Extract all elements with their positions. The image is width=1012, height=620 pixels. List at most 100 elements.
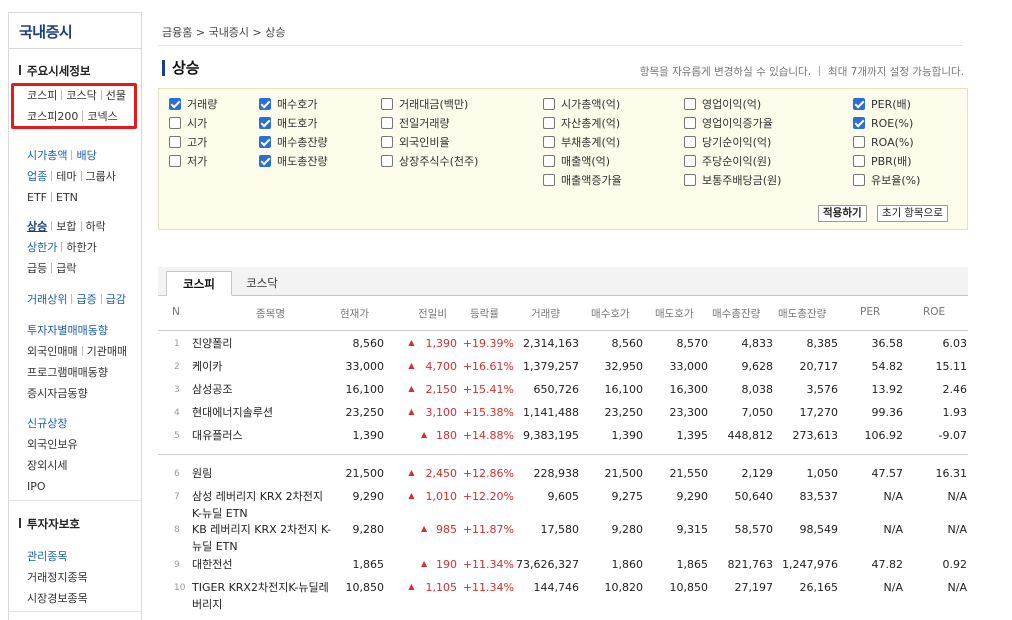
sidebar-link[interactable]: 그룹사 <box>86 170 116 183</box>
checkbox-checked-icon[interactable] <box>853 117 865 129</box>
sidebar-link[interactable]: 외국인보유 <box>27 438 78 451</box>
option-checkbox[interactable]: 거래량 <box>169 97 217 113</box>
checkbox-empty-icon[interactable] <box>169 136 181 148</box>
column-header[interactable]: N <box>172 306 180 318</box>
option-checkbox[interactable]: 매도총잔량 <box>259 154 328 170</box>
option-checkbox[interactable]: 시가 <box>169 116 207 132</box>
sidebar-link[interactable]: 거래정지종목 <box>27 571 88 584</box>
sidebar-link[interactable]: 테마 <box>56 170 76 183</box>
sidebar-link[interactable]: 관리종목 <box>27 550 67 563</box>
stock-name-link[interactable]: KB 레버리지 KRX 2차전지 K-뉴딜 ETN <box>192 521 332 555</box>
option-checkbox[interactable]: ROA(%) <box>853 135 914 151</box>
reset-button[interactable]: 초기 항목으로 <box>877 205 948 222</box>
option-checkbox[interactable]: 당기순이익(억) <box>684 135 771 151</box>
option-checkbox[interactable]: 매도호가 <box>259 116 317 132</box>
checkbox-empty-icon[interactable] <box>543 155 555 167</box>
column-header[interactable]: ROE <box>923 306 945 318</box>
checkbox-empty-icon[interactable] <box>684 136 696 148</box>
checkbox-checked-icon[interactable] <box>259 117 271 129</box>
sidebar-link[interactable]: 거래상위 <box>27 293 67 306</box>
checkbox-empty-icon[interactable] <box>169 155 181 167</box>
checkbox-empty-icon[interactable] <box>543 98 555 110</box>
option-checkbox[interactable]: 매출액증가율 <box>543 173 622 189</box>
column-header[interactable]: 종목명 <box>256 306 285 321</box>
sidebar-link[interactable]: 급락 <box>56 262 76 275</box>
sidebar-link[interactable]: 시가총액 <box>27 149 67 162</box>
column-header[interactable]: 매수호가 <box>591 306 630 321</box>
tab-kosdaq[interactable]: 코스닥 <box>232 271 292 296</box>
sidebar-title[interactable]: 국내증시 <box>9 13 141 49</box>
option-checkbox[interactable]: 고가 <box>169 135 207 151</box>
stock-name-link[interactable]: 대유플러스 <box>192 427 332 444</box>
checkbox-empty-icon[interactable] <box>684 155 696 167</box>
stock-name-link[interactable]: TIGER KRX2차전지K-뉴딜레버리지 <box>192 579 332 613</box>
column-header[interactable]: PER <box>860 306 880 318</box>
sidebar-link[interactable]: 하한가 <box>66 241 96 254</box>
checkbox-checked-icon[interactable] <box>259 155 271 167</box>
sidebar-link[interactable]: IPO <box>27 480 46 493</box>
sidebar-link[interactable]: 상승 <box>27 220 47 233</box>
checkbox-empty-icon[interactable] <box>381 98 393 110</box>
column-header[interactable]: 거래량 <box>531 306 560 321</box>
sidebar-link[interactable]: 프로그램매매동향 <box>27 366 108 379</box>
sidebar-link[interactable]: 증시자금동향 <box>27 387 88 400</box>
option-checkbox[interactable]: 시가총액(억) <box>543 97 620 113</box>
stock-name-link[interactable]: 대한전선 <box>192 556 332 573</box>
checkbox-empty-icon[interactable] <box>853 136 865 148</box>
sidebar-link[interactable]: 급감 <box>106 293 126 306</box>
sidebar-link[interactable]: 배당 <box>76 149 96 162</box>
sidebar-link[interactable]: 하락 <box>86 220 106 233</box>
checkbox-empty-icon[interactable] <box>381 155 393 167</box>
option-checkbox[interactable]: 보통주배당금(원) <box>684 173 781 189</box>
column-header[interactable]: 전일비 <box>418 306 447 321</box>
option-checkbox[interactable]: 자산총계(억) <box>543 116 620 132</box>
option-checkbox[interactable]: 매수호가 <box>259 97 317 113</box>
checkbox-empty-icon[interactable] <box>684 98 696 110</box>
sidebar-link[interactable]: ETF <box>27 191 47 204</box>
sidebar-link[interactable]: 보합 <box>56 220 76 233</box>
sidebar-link[interactable]: 외국인매매 <box>27 345 78 358</box>
sidebar-link[interactable]: 신규상장 <box>27 417 67 430</box>
stock-name-link[interactable]: 삼성공조 <box>192 381 332 398</box>
sidebar-link[interactable]: 상한가 <box>27 241 57 254</box>
sidebar-link[interactable]: ETN <box>56 191 78 204</box>
option-checkbox[interactable]: 주당순이익(원) <box>684 154 771 170</box>
checkbox-empty-icon[interactable] <box>381 117 393 129</box>
column-header[interactable]: 현재가 <box>340 306 369 321</box>
checkbox-empty-icon[interactable] <box>543 117 555 129</box>
stock-name-link[interactable]: 케이카 <box>192 358 332 375</box>
option-checkbox[interactable]: 전일거래량 <box>381 116 450 132</box>
checkbox-empty-icon[interactable] <box>684 117 696 129</box>
stock-name-link[interactable]: 진양폴리 <box>192 335 332 352</box>
option-checkbox[interactable]: ROE(%) <box>853 116 913 132</box>
option-checkbox[interactable]: PER(배) <box>853 97 911 113</box>
checkbox-checked-icon[interactable] <box>259 98 271 110</box>
checkbox-checked-icon[interactable] <box>853 98 865 110</box>
sidebar-link[interactable]: 장외시세 <box>27 459 67 472</box>
column-header[interactable]: 매수총잔량 <box>712 306 760 321</box>
sidebar-link[interactable]: 급등 <box>27 262 47 275</box>
option-checkbox[interactable]: 영업이익증가율 <box>684 116 773 132</box>
checkbox-empty-icon[interactable] <box>169 117 181 129</box>
checkbox-empty-icon[interactable] <box>853 174 865 186</box>
sidebar-link[interactable]: 업종 <box>27 170 47 183</box>
option-checkbox[interactable]: 저가 <box>169 154 207 170</box>
column-header[interactable]: 등락률 <box>470 306 499 321</box>
sidebar-link[interactable]: 시장경보종목 <box>27 592 88 605</box>
checkbox-empty-icon[interactable] <box>381 136 393 148</box>
checkbox-empty-icon[interactable] <box>543 174 555 186</box>
option-checkbox[interactable]: 외국인비율 <box>381 135 450 151</box>
option-checkbox[interactable]: 상장주식수(천주) <box>381 154 478 170</box>
checkbox-checked-icon[interactable] <box>169 98 181 110</box>
sidebar-link[interactable]: 기관매매 <box>87 345 127 358</box>
option-checkbox[interactable]: 영업이익(억) <box>684 97 761 113</box>
checkbox-checked-icon[interactable] <box>259 136 271 148</box>
apply-button[interactable]: 적용하기 <box>818 205 867 222</box>
stock-name-link[interactable]: 원림 <box>192 465 332 482</box>
option-checkbox[interactable]: 부채총계(억) <box>543 135 620 151</box>
sidebar-link[interactable]: 투자자별매매동향 <box>27 324 108 337</box>
option-checkbox[interactable]: 거래대금(백만) <box>381 97 468 113</box>
tab-kospi[interactable]: 코스피 <box>166 271 232 296</box>
option-checkbox[interactable]: 유보율(%) <box>853 173 920 189</box>
checkbox-empty-icon[interactable] <box>853 155 865 167</box>
